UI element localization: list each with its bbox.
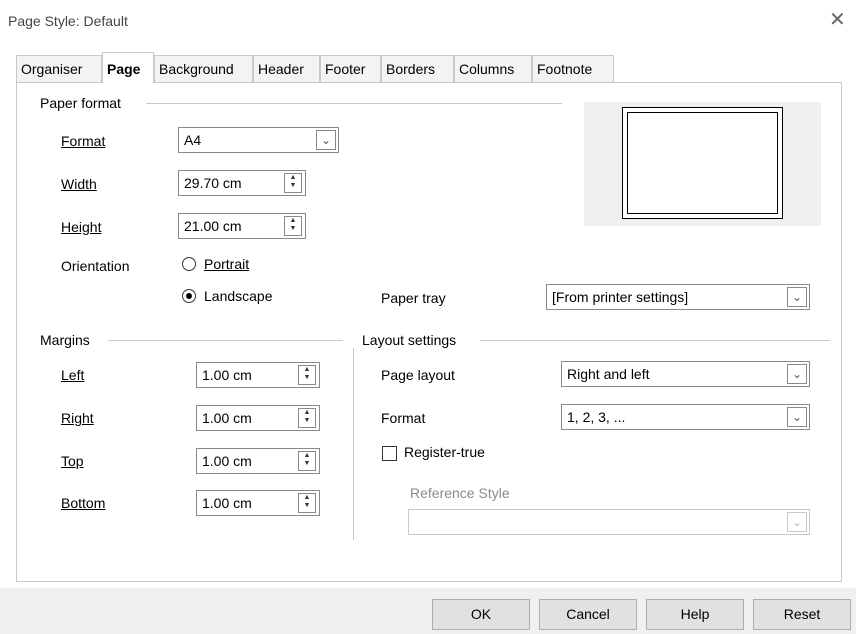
layout-format-label: Format	[381, 410, 426, 426]
margin-left-label: Left	[61, 367, 85, 383]
width-field[interactable]: 29.70 cm ▲ ▼	[178, 170, 306, 196]
window-title: Page Style: Default	[8, 13, 128, 29]
format-value: A4	[184, 132, 202, 148]
chevron-down-icon[interactable]: ⌄	[787, 287, 807, 307]
close-icon[interactable]: ✕	[829, 10, 846, 30]
format-label: Format	[61, 133, 106, 149]
register-true-checkbox[interactable]	[382, 446, 397, 461]
chevron-down-icon: ⌄	[787, 512, 807, 532]
tab-columns[interactable]: Columns	[454, 55, 532, 82]
section-margins: Margins	[40, 332, 94, 348]
section-divider	[108, 340, 343, 341]
paper-tray-value: [From printer settings]	[552, 289, 689, 305]
section-divider	[480, 340, 830, 341]
height-value: 21.00 cm	[184, 218, 242, 234]
section-paper-format: Paper format	[40, 95, 125, 111]
margin-left-value: 1.00 cm	[202, 367, 252, 383]
page-layout-label: Page layout	[381, 367, 455, 383]
paper-tray-select[interactable]: [From printer settings] ⌄	[546, 284, 810, 310]
margin-top-label: Top	[61, 453, 84, 469]
margin-right-value: 1.00 cm	[202, 410, 252, 426]
margin-top-value: 1.00 cm	[202, 453, 252, 469]
tab-page[interactable]: Page	[102, 52, 154, 83]
tab-organiser[interactable]: Organiser	[16, 55, 102, 82]
spin-updown-icon[interactable]: ▲ ▼	[298, 493, 316, 513]
margin-right-field[interactable]: 1.00 cm ▲ ▼	[196, 405, 320, 431]
spin-updown-icon[interactable]: ▲ ▼	[298, 408, 316, 428]
reference-style-select: ⌄	[408, 509, 810, 535]
tab-background[interactable]: Background	[154, 55, 253, 82]
reset-button[interactable]: Reset	[753, 599, 851, 630]
paper-tray-label: Paper tray	[381, 290, 446, 306]
spin-updown-icon[interactable]: ▲ ▼	[284, 173, 302, 193]
cancel-button[interactable]: Cancel	[539, 599, 637, 630]
margin-bottom-label: Bottom	[61, 495, 106, 511]
page-layout-select[interactable]: Right and left ⌄	[561, 361, 810, 387]
chevron-down-icon[interactable]: ⌄	[316, 130, 336, 150]
tab-footnote[interactable]: Footnote	[532, 55, 614, 82]
section-layout-settings: Layout settings	[362, 332, 461, 348]
page-layout-value: Right and left	[567, 366, 650, 382]
portrait-label[interactable]: Portrait	[204, 256, 249, 272]
height-field[interactable]: 21.00 cm ▲ ▼	[178, 213, 306, 239]
reference-style-label: Reference Style	[410, 485, 510, 501]
width-value: 29.70 cm	[184, 175, 242, 191]
page-preview-margins	[627, 112, 778, 214]
tab-footer[interactable]: Footer	[320, 55, 381, 82]
landscape-label[interactable]: Landscape	[204, 288, 273, 304]
spin-updown-icon[interactable]: ▲ ▼	[284, 216, 302, 236]
margin-top-field[interactable]: 1.00 cm ▲ ▼	[196, 448, 320, 474]
chevron-down-icon[interactable]: ⌄	[787, 407, 807, 427]
layout-format-value: 1, 2, 3, ...	[567, 409, 626, 425]
tab-borders[interactable]: Borders	[381, 55, 454, 82]
orientation-label: Orientation	[61, 258, 130, 274]
margin-bottom-field[interactable]: 1.00 cm ▲ ▼	[196, 490, 320, 516]
margin-bottom-value: 1.00 cm	[202, 495, 252, 511]
height-label: Height	[61, 219, 102, 235]
section-vertical-divider	[353, 348, 354, 540]
tab-header[interactable]: Header	[253, 55, 320, 82]
margin-right-label: Right	[61, 410, 94, 426]
ok-button[interactable]: OK	[432, 599, 530, 630]
portrait-radio[interactable]	[182, 257, 196, 271]
register-true-label[interactable]: Register-true	[404, 444, 485, 460]
section-divider	[146, 103, 562, 104]
chevron-down-icon[interactable]: ⌄	[787, 364, 807, 384]
width-label: Width	[61, 176, 97, 192]
help-button[interactable]: Help	[646, 599, 744, 630]
layout-format-select[interactable]: 1, 2, 3, ... ⌄	[561, 404, 810, 430]
spin-updown-icon[interactable]: ▲ ▼	[298, 365, 316, 385]
spin-updown-icon[interactable]: ▲ ▼	[298, 451, 316, 471]
landscape-radio[interactable]	[182, 289, 196, 303]
format-select[interactable]: A4 ⌄	[178, 127, 339, 153]
margin-left-field[interactable]: 1.00 cm ▲ ▼	[196, 362, 320, 388]
